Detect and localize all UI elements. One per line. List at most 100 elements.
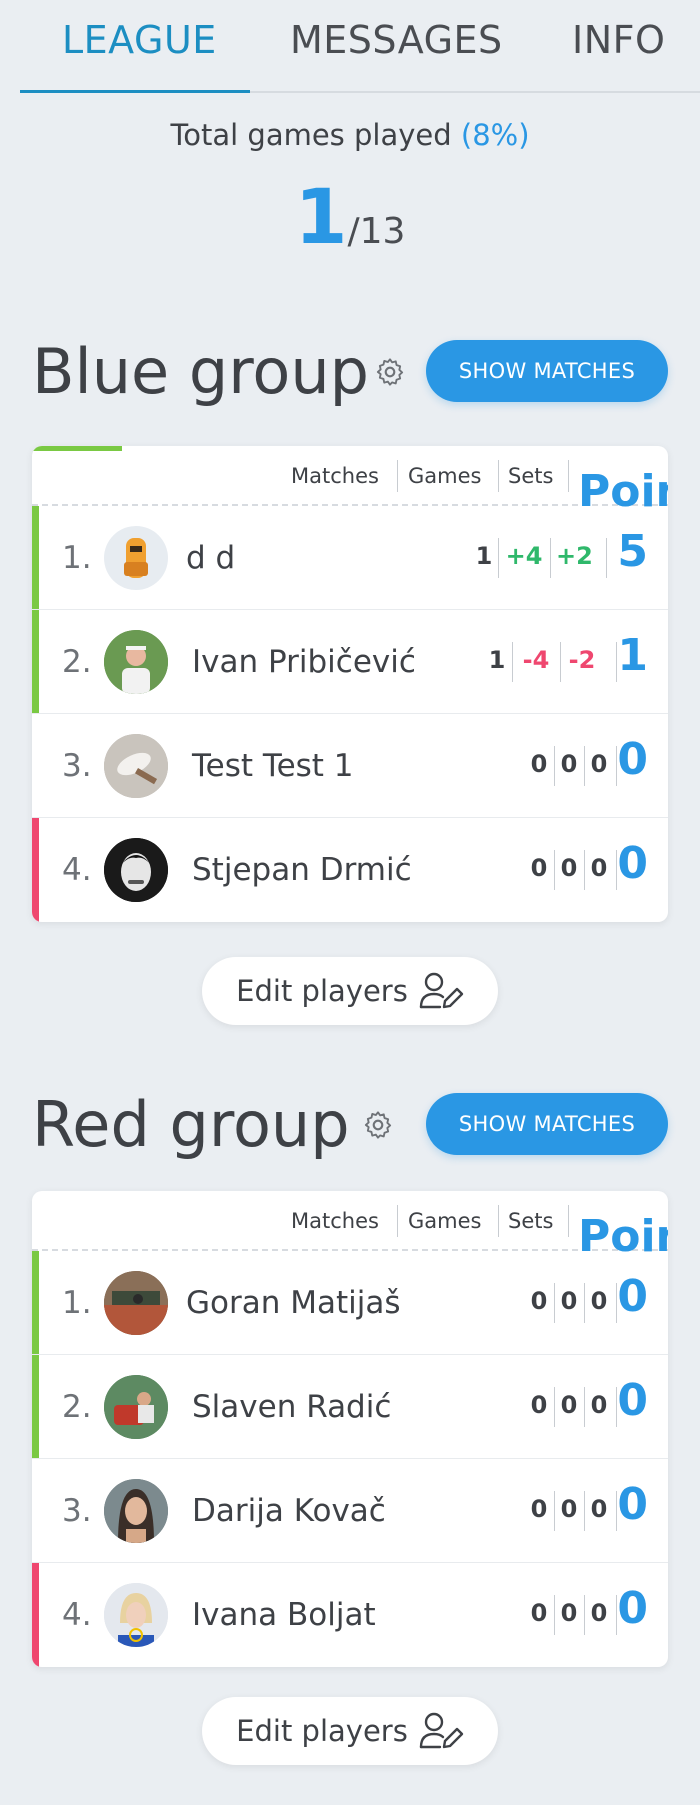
relegation-indicator	[32, 818, 39, 922]
player-games: 0	[560, 1391, 578, 1419]
player-matches: 0	[530, 1391, 548, 1419]
player-points: 0	[617, 1479, 648, 1530]
player-games: 0	[560, 1599, 578, 1627]
tab-info[interactable]: INFO	[572, 18, 665, 62]
games-played-count: 1	[294, 172, 348, 261]
player-name[interactable]: Slaven Radić	[192, 1389, 391, 1425]
standings-table-red: Matches Games Sets Points 1. Goran Matij…	[32, 1191, 668, 1667]
header-sets: Sets	[508, 1209, 554, 1233]
table-row[interactable]: 1. Goran Matijaš 0 0 0 0	[32, 1251, 668, 1355]
show-matches-button-blue[interactable]: SHOW MATCHES	[426, 340, 668, 402]
stat-divider	[584, 746, 585, 786]
player-rank: 1.	[62, 1285, 92, 1321]
player-points: 5	[617, 526, 648, 577]
total-games-text: Total games played	[170, 118, 452, 152]
promotion-indicator	[32, 1251, 39, 1354]
stat-divider	[554, 1595, 555, 1635]
player-name[interactable]: Goran Matijaš	[186, 1285, 401, 1321]
player-name[interactable]: Ivana Boljat	[192, 1597, 376, 1633]
table-header: Matches Games Sets Points	[32, 446, 668, 517]
stat-divider	[606, 538, 607, 578]
player-matches: 0	[530, 1495, 548, 1523]
player-rank: 2.	[62, 644, 92, 680]
player-sets: +2	[556, 542, 593, 570]
player-rank: 4.	[62, 852, 92, 888]
player-name[interactable]: d d	[186, 540, 235, 576]
player-rank: 3.	[62, 1493, 92, 1529]
player-matches: 1	[488, 646, 506, 674]
gear-icon[interactable]	[374, 356, 406, 388]
avatar	[104, 838, 168, 902]
player-points: 0	[617, 838, 648, 889]
stat-divider	[498, 538, 499, 578]
header-matches: Matches	[291, 464, 379, 488]
edit-players-label: Edit players	[236, 974, 408, 1008]
table-row[interactable]: 4. Ivana Boljat 0 0 0 0	[32, 1563, 668, 1667]
stat-divider	[584, 1387, 585, 1427]
player-points: 0	[617, 734, 648, 785]
table-row[interactable]: 1. d d 1 +4 +2 5	[32, 506, 668, 610]
table-row[interactable]: 4. Stjepan Drmić 0 0 0 0	[32, 818, 668, 922]
player-sets: -2	[568, 646, 596, 674]
total-games-label: Total games played (8%)	[0, 118, 700, 152]
header-matches: Matches	[291, 1209, 379, 1233]
group-title-red: Red group	[32, 1088, 350, 1161]
standings-table-blue: Matches Games Sets Points 1. d d 1 +4 +2…	[32, 446, 668, 922]
player-sets: 0	[590, 1391, 608, 1419]
promotion-indicator	[32, 1355, 39, 1458]
table-row[interactable]: 2. Slaven Radić 0 0 0 0	[32, 1355, 668, 1459]
player-sets: 0	[590, 1495, 608, 1523]
games-total-count: /13	[347, 211, 406, 252]
tab-league[interactable]: LEAGUE	[62, 18, 217, 62]
player-sets: 0	[590, 854, 608, 882]
player-points: 1	[617, 630, 648, 681]
player-name[interactable]: Test Test 1	[192, 748, 354, 784]
user-edit-icon	[419, 1712, 464, 1749]
stat-divider	[554, 850, 555, 890]
tab-messages[interactable]: MESSAGES	[290, 18, 503, 62]
edit-players-label: Edit players	[236, 1714, 408, 1748]
avatar	[104, 1375, 168, 1439]
table-row[interactable]: 3. Test Test 1 0 0 0 0	[32, 714, 668, 818]
header-divider	[498, 1205, 499, 1237]
header-divider	[568, 460, 569, 492]
stat-divider	[554, 746, 555, 786]
table-row[interactable]: 3. Darija Kovač 0 0 0 0	[32, 1459, 668, 1563]
stat-divider	[584, 850, 585, 890]
player-points: 0	[617, 1271, 648, 1322]
header-divider	[568, 1205, 569, 1237]
player-games: +4	[505, 542, 543, 570]
player-games: 0	[560, 1495, 578, 1523]
stat-divider	[554, 1491, 555, 1531]
player-games: 0	[560, 854, 578, 882]
player-points: 0	[617, 1375, 648, 1426]
promotion-indicator	[32, 506, 39, 609]
header-games: Games	[408, 1209, 482, 1233]
header-divider	[397, 1205, 398, 1237]
table-row[interactable]: 2. Ivan Pribičević 1 -4 -2 1	[32, 610, 668, 714]
stat-divider	[560, 642, 561, 682]
show-matches-button-red[interactable]: SHOW MATCHES	[426, 1093, 668, 1155]
stat-divider	[550, 538, 551, 578]
player-rank: 4.	[62, 1597, 92, 1633]
relegation-indicator	[32, 1563, 39, 1667]
player-name[interactable]: Stjepan Drmić	[192, 852, 412, 888]
edit-players-button-red[interactable]: Edit players	[202, 1697, 498, 1765]
player-games: -4	[522, 646, 550, 674]
stat-divider	[512, 642, 513, 682]
player-sets: 0	[590, 750, 608, 778]
avatar	[104, 630, 168, 694]
avatar	[104, 1271, 168, 1335]
player-sets: 0	[590, 1287, 608, 1315]
player-name[interactable]: Darija Kovač	[192, 1493, 386, 1529]
player-rank: 2.	[62, 1389, 92, 1425]
gear-icon[interactable]	[362, 1109, 394, 1141]
edit-players-button-blue[interactable]: Edit players	[202, 957, 498, 1025]
header-sets: Sets	[508, 464, 554, 488]
games-counter: 1/13	[0, 172, 700, 261]
avatar	[104, 526, 168, 590]
player-name[interactable]: Ivan Pribičević	[192, 644, 416, 680]
stat-divider	[554, 1387, 555, 1427]
player-matches: 1	[475, 542, 493, 570]
total-games-percent: (8%)	[460, 118, 530, 152]
